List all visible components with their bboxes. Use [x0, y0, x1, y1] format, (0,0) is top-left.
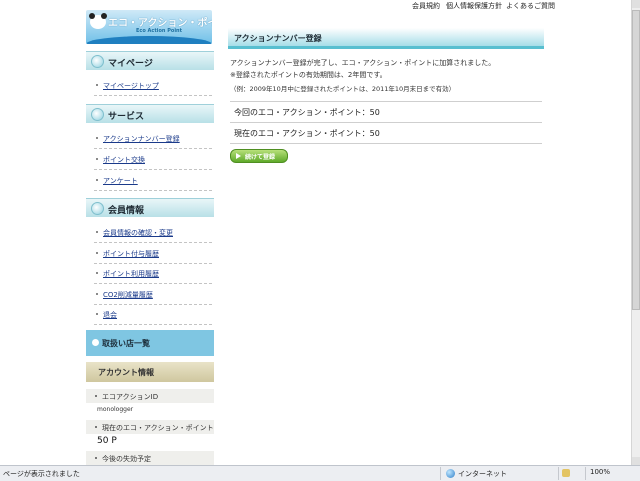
sidebar-link[interactable]: ポイント利用履歴: [103, 269, 159, 279]
current-points-label-row: 現在のエコ・アクション・ポイント: [86, 420, 214, 434]
panda-logo-icon: [89, 13, 107, 29]
scroll-down-arrow-icon[interactable]: [632, 457, 640, 465]
globe-icon: [446, 469, 455, 478]
sidebar-link[interactable]: アンケート: [103, 176, 138, 186]
security-zone[interactable]: インターネット: [444, 468, 544, 479]
service-icon: [91, 108, 104, 121]
bullet-icon: [96, 231, 98, 233]
eco-id-value: monologger: [86, 405, 214, 417]
sidebar-item-withdraw[interactable]: 退会: [94, 306, 212, 325]
bullet-icon: [96, 84, 98, 86]
sidebar-item-survey[interactable]: アンケート: [94, 172, 212, 191]
sidebar-link[interactable]: 会員情報の確認・変更: [103, 228, 173, 238]
account-heading: アカウント情報: [86, 362, 214, 382]
validity-note: ※登録されたポイントの有効期間は、2年間です。: [230, 71, 387, 79]
wave-decoration: [86, 36, 212, 44]
sidebar-item-point-grant-history[interactable]: ポイント付与履歴: [94, 245, 212, 264]
sidebar-link[interactable]: アクションナンバー登録: [103, 134, 180, 144]
eco-id-label-row: エコアクションID: [86, 389, 214, 403]
status-divider: [558, 467, 559, 480]
expire-label-row: 今後の失効予定: [86, 451, 214, 465]
sidebar-item-mypage-top[interactable]: マイページトップ: [94, 77, 212, 96]
sidebar-item-point-use-history[interactable]: ポイント利用履歴: [94, 265, 212, 284]
bullet-icon: [96, 252, 98, 254]
sidebar-link[interactable]: CO2削減量履歴: [103, 290, 153, 300]
sidebar-item-member-info[interactable]: 会員情報の確認・変更: [94, 224, 212, 243]
scroll-thumb[interactable]: [632, 10, 640, 310]
sidebar-link[interactable]: ポイント付与履歴: [103, 249, 159, 259]
scroll-up-arrow-icon[interactable]: [632, 0, 640, 8]
status-divider: [585, 467, 586, 480]
sidebar-link[interactable]: マイページトップ: [103, 81, 159, 91]
sidebar-item-point-exchange[interactable]: ポイント交換: [94, 151, 212, 170]
shop-list-button[interactable]: 取扱い店一覧: [86, 330, 214, 356]
logo-subtitle: Eco Action Point: [136, 28, 182, 34]
bullet-icon: [95, 395, 97, 397]
top-links: 会員規約 個人情報保護方針 よくあるご質問: [400, 0, 635, 10]
sidebar-link[interactable]: 退会: [103, 310, 117, 320]
circle-arrow-icon: [92, 339, 99, 346]
bullet-icon: [96, 158, 98, 160]
bullet-icon: [96, 137, 98, 139]
protected-mode-icon[interactable]: [562, 469, 570, 477]
logo-title: エコ・アクション・ポイント: [108, 18, 212, 29]
site-logo[interactable]: エコ・アクション・ポイント Eco Action Point: [86, 10, 212, 44]
validity-example: （例：2009年10月中に登録されたポイントは、2011年10月末日まで有効）: [230, 85, 456, 93]
page-title: アクションナンバー登録: [228, 28, 544, 49]
bullet-icon: [96, 179, 98, 181]
current-total-points: 現在のエコ・アクション・ポイント：50: [230, 122, 542, 144]
vertical-scrollbar[interactable]: [631, 0, 640, 465]
sidebar: エコ・アクション・ポイント Eco Action Point マイページ マイペ…: [84, 10, 215, 465]
sidebar-link[interactable]: ポイント交換: [103, 155, 145, 165]
status-text: ページが表示されました: [3, 470, 80, 478]
sidebar-item-action-number[interactable]: アクションナンバー登録: [94, 130, 212, 149]
bullet-icon: [96, 313, 98, 315]
sidebar-item-co2-history[interactable]: CO2削減量履歴: [94, 286, 212, 305]
this-time-points: 今回のエコ・アクション・ポイント：50: [230, 101, 542, 122]
continue-register-button[interactable]: 続けて登録: [230, 149, 288, 163]
mypage-icon: [91, 55, 104, 68]
member-icon: [91, 202, 104, 215]
bullet-icon: [96, 293, 98, 295]
service-heading: サービス: [86, 104, 214, 123]
mypage-heading: マイページ: [86, 51, 214, 70]
member-heading: 会員情報: [86, 198, 214, 217]
completion-message: アクションナンバー登録が完了し、エコ・アクション・ポイントに加算されました。: [230, 59, 496, 67]
bullet-icon: [95, 426, 97, 428]
status-divider: [440, 467, 441, 480]
zoom-control[interactable]: 100%: [590, 468, 610, 476]
main-content: アクションナンバー登録 アクションナンバー登録が完了し、エコ・アクション・ポイン…: [215, 10, 552, 465]
status-bar: ページが表示されました インターネット 100%: [0, 465, 640, 481]
zoom-level: 100%: [590, 468, 611, 476]
bullet-icon: [95, 457, 97, 459]
current-points-value: 50 P: [86, 435, 214, 449]
bullet-icon: [96, 272, 98, 274]
